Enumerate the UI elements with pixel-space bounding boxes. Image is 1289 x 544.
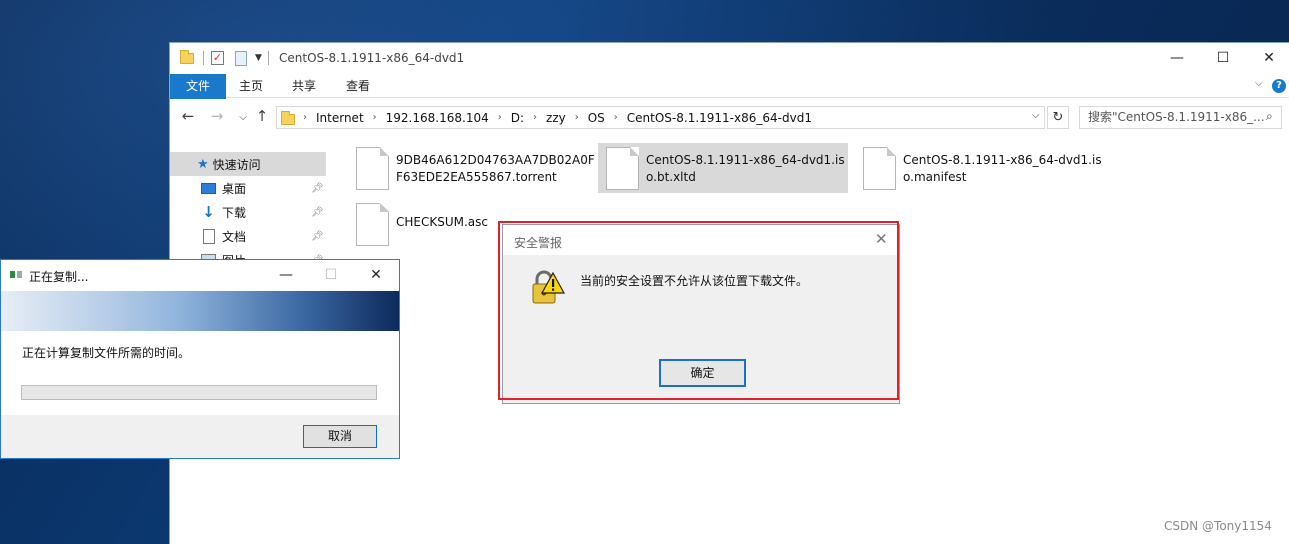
file-item[interactable]: CentOS-8.1.1911-x86_64-dvd1.iso.bt.xltd: [598, 143, 848, 193]
copy-dialog-title: 正在复制...: [29, 270, 89, 284]
download-icon: ↓: [202, 203, 215, 221]
search-input[interactable]: 搜索"CentOS-8.1.1911-x86_...: [1079, 106, 1282, 129]
security-alert-title: 安全警报: [514, 236, 563, 250]
watermark: CSDN @Tony1154: [1164, 519, 1272, 533]
chevron-right-icon: ›: [303, 112, 307, 123]
nav-item-label: 文档: [222, 229, 247, 244]
security-alert-titlebar: 安全警报 ✕: [503, 225, 899, 255]
copy-banner: [1, 291, 399, 331]
security-alert-dialog: 安全警报 ✕ 当前的安全设置不允许从该位置下载文件。 确定: [502, 224, 900, 404]
folder-icon: [180, 49, 194, 66]
address-bar[interactable]: › Internet › 192.168.168.104 › D: › zzy …: [276, 106, 1045, 129]
ribbon: 文件 主页 共享 查看 ⌵ ?: [170, 74, 1289, 124]
file-icon: [863, 147, 896, 190]
minimize-button[interactable]: —: [1154, 43, 1200, 74]
chevron-right-icon: ›: [533, 112, 538, 123]
nav-item-documents[interactable]: 文档 📌︎: [170, 224, 326, 248]
separator: [203, 50, 204, 66]
pin-icon[interactable]: 📌︎: [311, 183, 324, 194]
breadcrumb-os[interactable]: OS: [588, 111, 605, 125]
help-icon[interactable]: ?: [1272, 79, 1286, 93]
copy-dialog-footer: 取消: [1, 415, 399, 458]
close-button[interactable]: ✕: [353, 260, 399, 291]
pin-icon[interactable]: 📌︎: [311, 207, 324, 218]
nav-item-downloads[interactable]: ↓ 下载 📌︎: [170, 200, 326, 224]
file-name: CentOS-8.1.1911-x86_64-dvd1.iso.bt.xltd: [646, 153, 845, 184]
desktop-icon: [201, 182, 216, 194]
search-icon[interactable]: ⌕: [1266, 109, 1273, 124]
address-dropdown-icon[interactable]: ⌵: [1032, 110, 1040, 121]
breadcrumb-zzy[interactable]: zzy: [546, 111, 566, 125]
breadcrumb-internet[interactable]: Internet: [316, 111, 364, 125]
copy-dialog-titlebar: 正在复制... — ☐ ✕: [1, 260, 399, 291]
minimize-button[interactable]: —: [263, 260, 309, 291]
breadcrumb-drive[interactable]: D:: [511, 111, 524, 125]
file-name: 9DB46A612D04763AA7DB02A0FF63EDE2EA555867…: [396, 153, 595, 184]
file-item[interactable]: 9DB46A612D04763AA7DB02A0FF63EDE2EA555867…: [348, 143, 598, 193]
refresh-button[interactable]: ↻: [1047, 106, 1069, 129]
chevron-right-icon: ›: [497, 112, 502, 123]
close-button[interactable]: ✕: [1246, 43, 1289, 74]
file-item[interactable]: CentOS-8.1.1911-x86_64-dvd1.iso.manifest: [855, 143, 1105, 193]
breadcrumb-host[interactable]: 192.168.168.104: [386, 111, 489, 125]
tab-share[interactable]: 共享: [283, 74, 325, 98]
security-alert-message: 当前的安全设置不允许从该位置下载文件。: [580, 274, 809, 288]
lock-warning-icon: [532, 270, 565, 304]
tab-home[interactable]: 主页: [230, 74, 272, 98]
progress-bar: [21, 385, 377, 400]
breadcrumb-centos[interactable]: CentOS-8.1.1911-x86_64-dvd1: [627, 111, 812, 125]
nav-item-quick-access[interactable]: ★ 快速访问: [170, 152, 326, 176]
file-icon: [356, 147, 389, 190]
copy-icon: [10, 271, 22, 279]
address-row: ← → ⌵ ↑ › Internet › 192.168.168.104 › D…: [170, 99, 1289, 135]
file-name: CentOS-8.1.1911-x86_64-dvd1.iso.manifest: [903, 153, 1102, 184]
chevron-right-icon: ›: [613, 112, 618, 123]
back-button[interactable]: ←: [178, 107, 198, 125]
folder-icon: [281, 110, 295, 125]
nav-item-label: 桌面: [222, 181, 247, 196]
file-icon: [356, 203, 389, 246]
copy-status-text: 正在计算复制文件所需的时间。: [22, 346, 191, 360]
chevron-right-icon: ›: [574, 112, 579, 123]
recent-locations-dropdown-icon[interactable]: ⌵: [233, 112, 253, 123]
new-folder-icon[interactable]: [235, 50, 247, 66]
up-button[interactable]: ↑: [252, 107, 272, 125]
separator: [268, 50, 269, 66]
nav-item-label: 下载: [222, 205, 247, 220]
tab-view[interactable]: 查看: [337, 74, 379, 98]
forward-button[interactable]: →: [207, 107, 227, 125]
window-title: CentOS-8.1.1911-x86_64-dvd1: [279, 51, 465, 65]
nav-item-label: 快速访问: [212, 157, 261, 172]
close-button[interactable]: ✕: [875, 230, 888, 248]
ok-button[interactable]: 确定: [659, 359, 746, 387]
file-icon: [606, 147, 639, 190]
chevron-right-icon: ›: [372, 112, 377, 123]
explorer-titlebar: ✓ ▼ CentOS-8.1.1911-x86_64-dvd1 — ☐ ✕: [170, 43, 1289, 74]
copy-dialog: 正在复制... — ☐ ✕ 正在计算复制文件所需的时间。 取消: [0, 259, 400, 459]
star-icon: ★: [197, 156, 209, 172]
nav-item-desktop[interactable]: 桌面 📌︎: [170, 176, 326, 200]
maximize-button[interactable]: ☐: [1200, 43, 1246, 74]
cancel-button[interactable]: 取消: [303, 425, 377, 448]
properties-icon[interactable]: ✓: [211, 50, 224, 66]
pin-icon[interactable]: 📌︎: [311, 231, 324, 242]
quick-access-dropdown-icon[interactable]: ▼: [255, 50, 262, 66]
expand-ribbon-icon[interactable]: ⌵: [1255, 78, 1263, 89]
document-icon: [203, 228, 215, 244]
maximize-button: ☐: [324, 267, 338, 283]
